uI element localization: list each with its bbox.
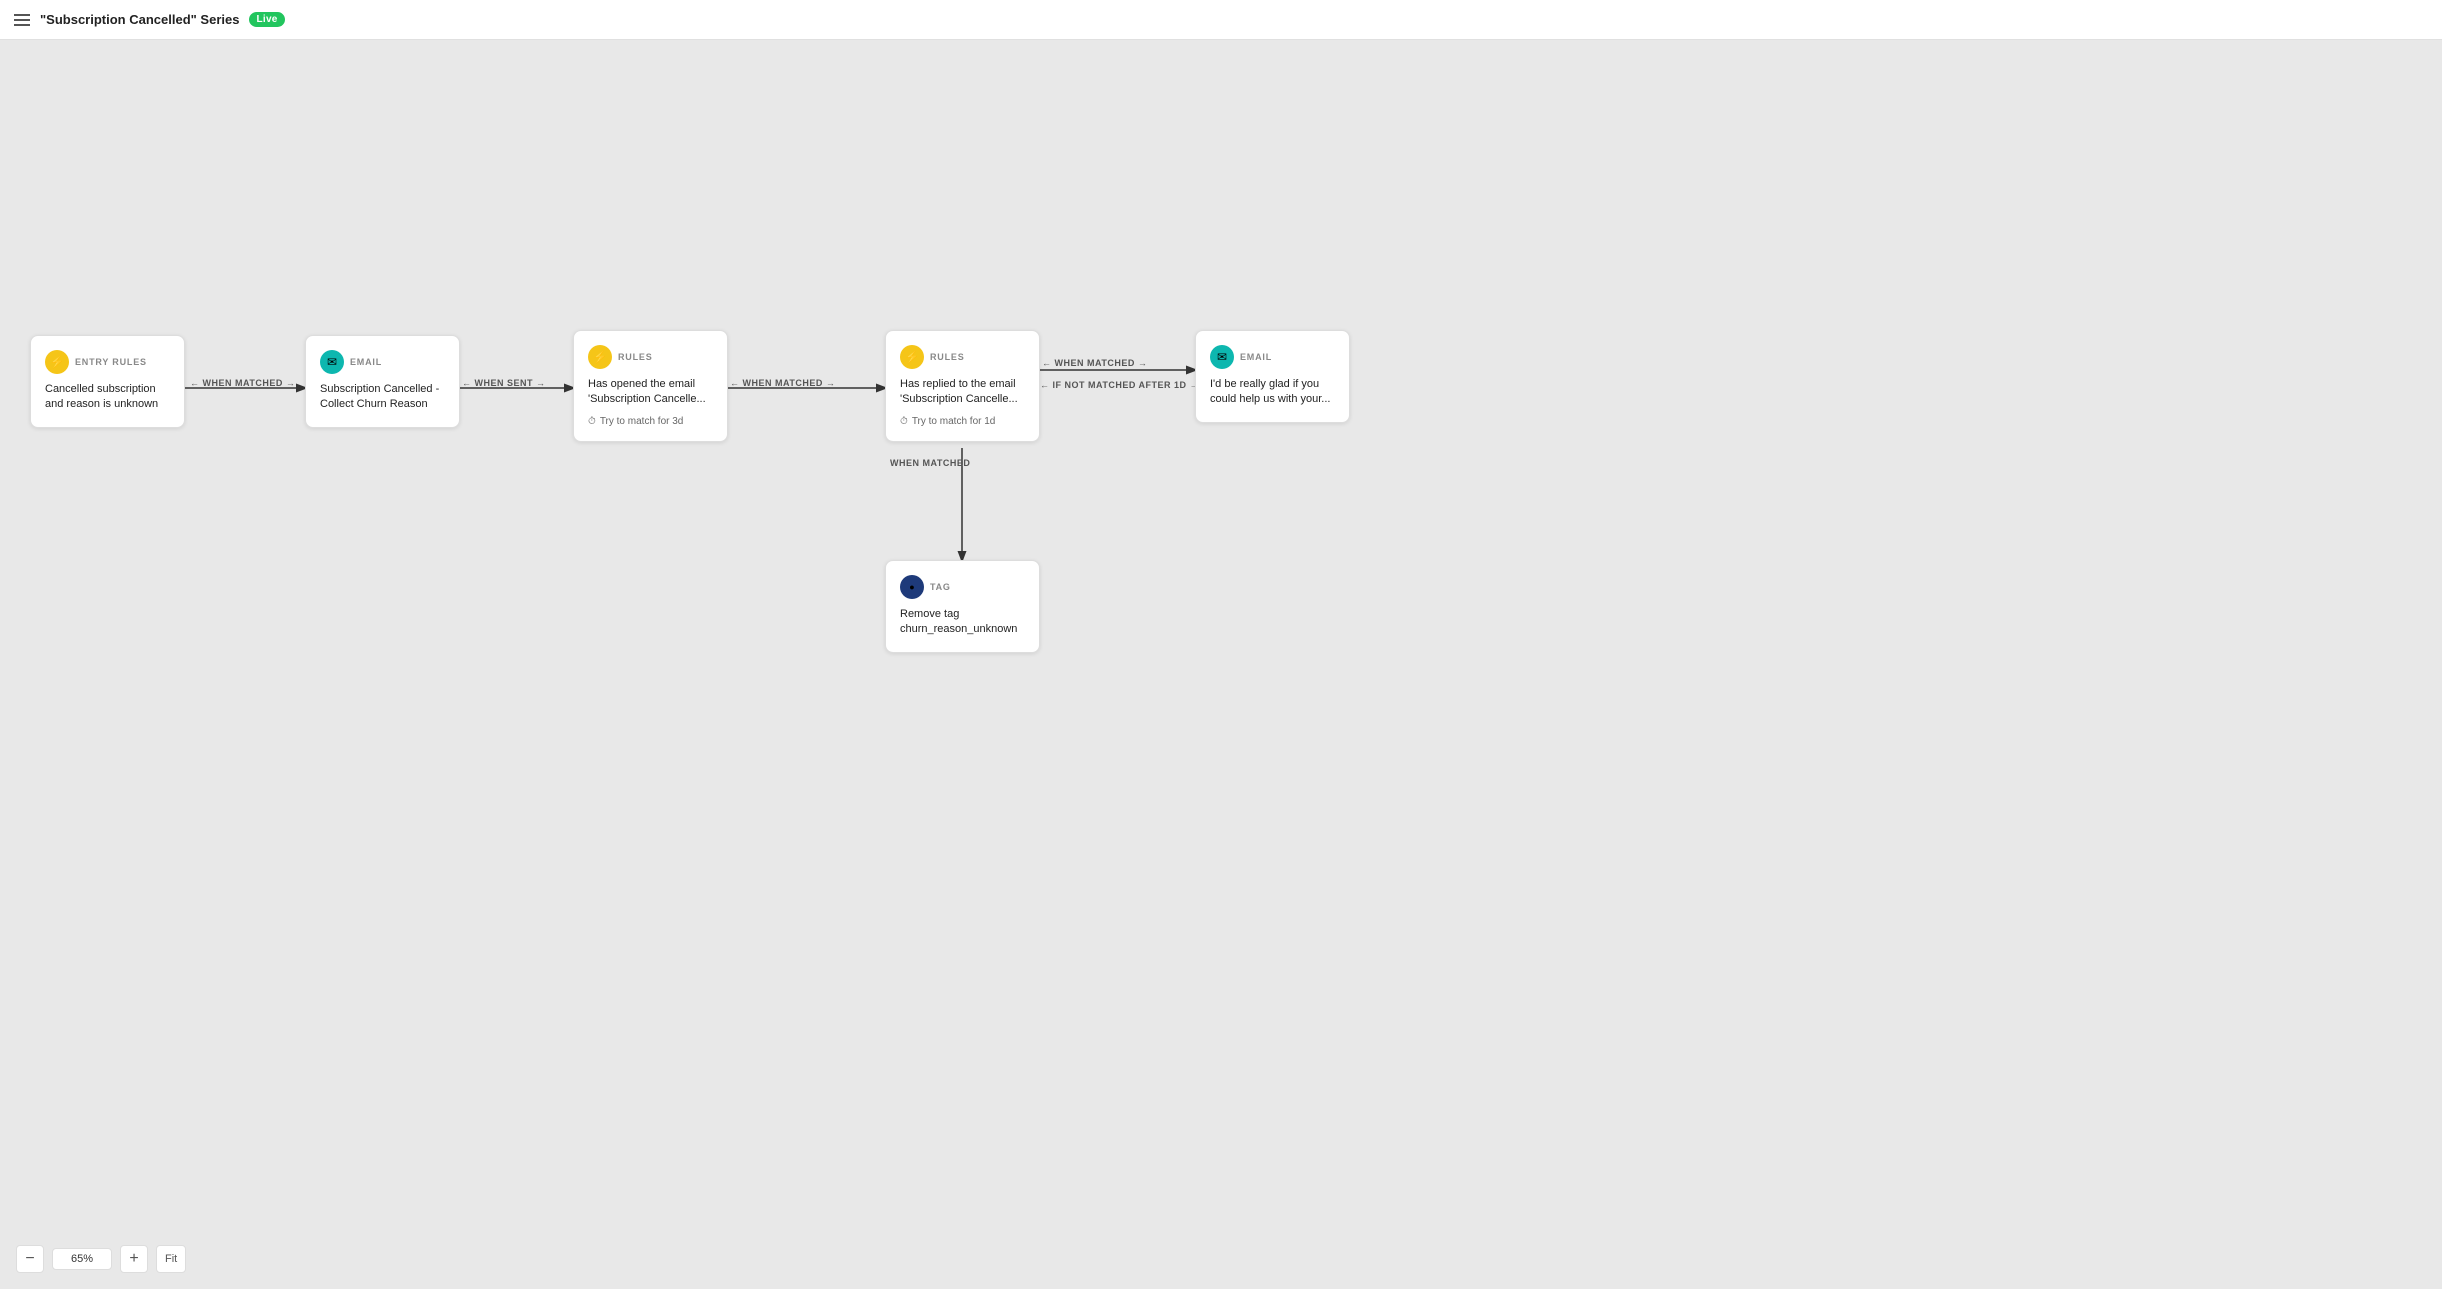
node-header: ● TAG [900,575,1025,599]
zoom-in-button[interactable]: + [120,1245,148,1273]
match-duration: Try to match for 1d [912,416,996,427]
node-sub: ⏱ Try to match for 1d [900,416,1025,427]
node-body: Cancelled subscription and reason is unk… [45,382,170,413]
zoom-out-button[interactable]: − [16,1245,44,1273]
node-body: Subscription Cancelled - Collect Churn R… [320,382,445,413]
email-icon: ✉ [1210,345,1234,369]
node-entry-rules[interactable]: ⚡ ENTRY RULES Cancelled subscription and… [30,335,185,428]
header: "Subscription Cancelled" Series Live [0,0,2442,40]
connector-if-not-matched: ← IF NOT MATCHED AFTER 1D → [1040,380,1199,390]
node-type-label: ENTRY RULES [75,357,147,367]
node-header: ⚡ RULES [588,345,713,369]
connector-when-matched-2: ← WHEN MATCHED → [730,378,835,388]
rules-icon: ⚡ [900,345,924,369]
page-title: "Subscription Cancelled" Series [40,12,239,27]
node-rules-2[interactable]: ⚡ RULES Has replied to the email 'Subscr… [885,330,1040,442]
zoom-level: 65% [52,1248,112,1270]
connector-label-text: ← WHEN MATCHED → [190,378,295,388]
connector-label-text: ← IF NOT MATCHED AFTER 1D → [1040,380,1199,390]
connector-when-matched-vertical: WHEN MATCHED [890,458,970,468]
connector-when-sent: ← WHEN SENT → [462,378,546,388]
node-body: Has replied to the email 'Subscription C… [900,377,1025,408]
node-header: ⚡ ENTRY RULES [45,350,170,374]
node-type-label: TAG [930,582,951,592]
node-rules-1[interactable]: ⚡ RULES Has opened the email 'Subscripti… [573,330,728,442]
entry-icon: ⚡ [45,350,69,374]
node-header: ⚡ RULES [900,345,1025,369]
node-type-label: RULES [618,352,653,362]
flow-connections [0,40,2442,1289]
tag-icon: ● [900,575,924,599]
clock-icon: ⏱ [588,416,596,427]
connector-label-text: ← WHEN MATCHED → [1042,358,1147,368]
node-sub: ⏱ Try to match for 3d [588,416,713,427]
node-header: ✉ EMAIL [1210,345,1335,369]
node-tag[interactable]: ● TAG Remove tag churn_reason_unknown [885,560,1040,653]
connector-label-text: WHEN MATCHED [890,458,970,468]
connector-label-text: ← WHEN MATCHED → [730,378,835,388]
menu-button[interactable] [14,14,30,26]
zoom-toolbar: − 65% + Fit [16,1245,186,1273]
node-body: Remove tag churn_reason_unknown [900,607,1025,638]
connector-label-text: ← WHEN SENT → [462,378,546,388]
node-type-label: RULES [930,352,965,362]
match-duration: Try to match for 3d [600,416,684,427]
node-type-label: EMAIL [350,357,382,367]
clock-icon: ⏱ [900,416,908,427]
live-badge: Live [249,12,284,27]
node-body: I'd be really glad if you could help us … [1210,377,1335,408]
node-email-2[interactable]: ✉ EMAIL I'd be really glad if you could … [1195,330,1350,423]
email-icon: ✉ [320,350,344,374]
node-header: ✉ EMAIL [320,350,445,374]
node-type-label: EMAIL [1240,352,1272,362]
flow-canvas: ⚡ ENTRY RULES Cancelled subscription and… [0,40,2442,1289]
node-email-1[interactable]: ✉ EMAIL Subscription Cancelled - Collect… [305,335,460,428]
node-body: Has opened the email 'Subscription Cance… [588,377,713,408]
rules-icon: ⚡ [588,345,612,369]
fit-button[interactable]: Fit [156,1245,186,1273]
connector-when-matched-3: ← WHEN MATCHED → [1042,358,1147,368]
connector-when-matched-1: ← WHEN MATCHED → [190,378,295,388]
